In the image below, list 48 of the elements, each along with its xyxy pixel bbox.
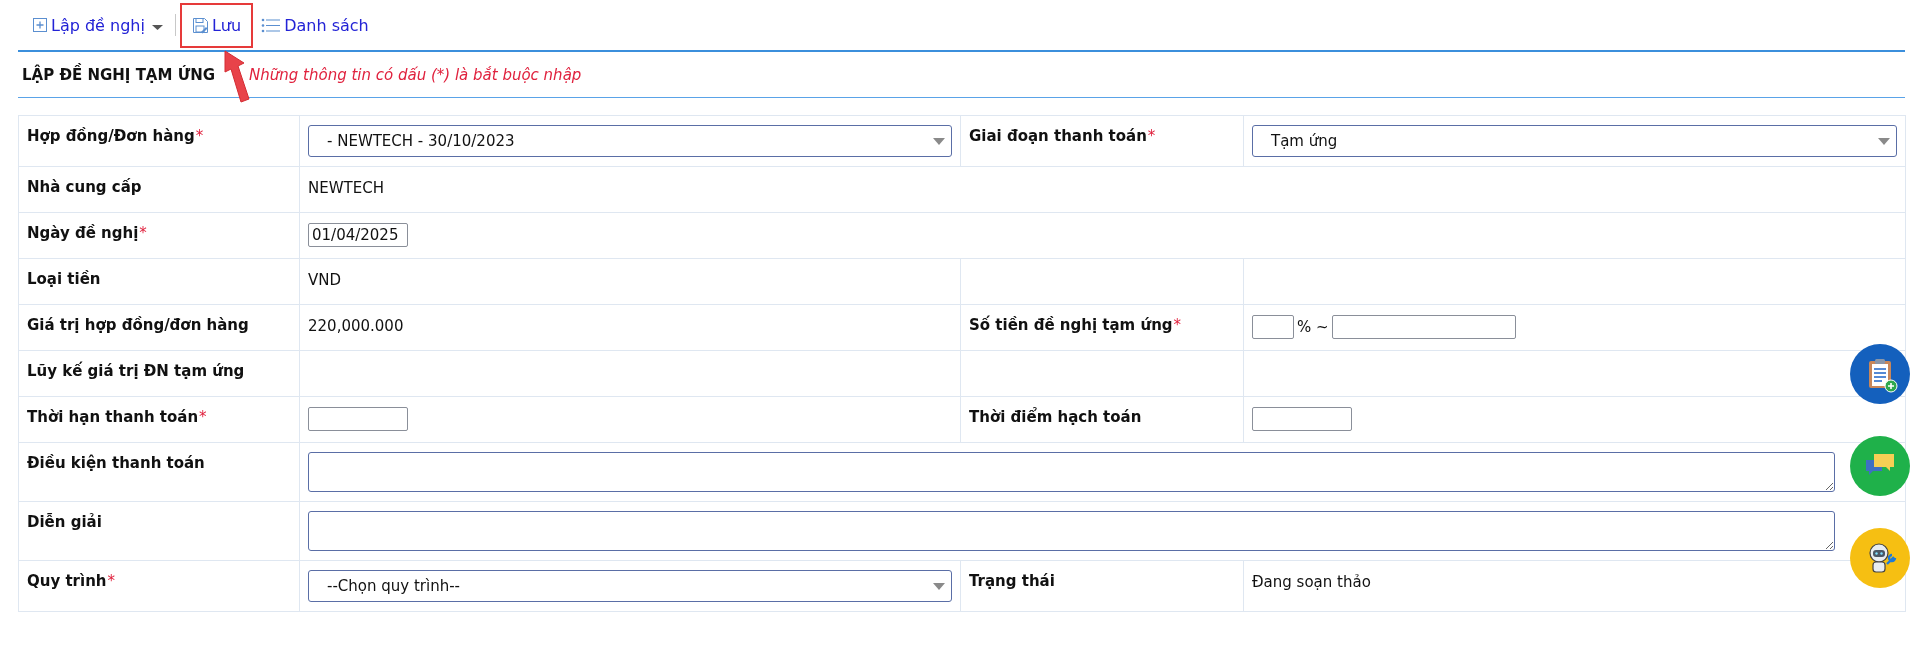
field-label: Lũy kế giá trị ĐN tạm ứng [27, 362, 245, 380]
field-label: Trạng thái [969, 572, 1055, 590]
field-label: Hợp đồng/Đơn hàng [27, 127, 195, 145]
caret-icon [933, 137, 945, 145]
field-label: Thời hạn thanh toán [27, 408, 199, 426]
field-label: Diễn giải [27, 513, 102, 531]
field-label: Điều kiện thanh toán [27, 454, 205, 472]
required-mark: * [199, 408, 207, 426]
required-mark: * [1173, 316, 1182, 334]
caret-icon [1878, 137, 1890, 145]
caret-icon [933, 582, 945, 590]
robot-button[interactable] [1850, 528, 1910, 588]
field-label: Loại tiền [27, 270, 101, 288]
required-mark: * [139, 224, 147, 242]
required-mark: * [195, 127, 204, 145]
field-value: NEWTECH [308, 178, 384, 199]
required-mark: * [107, 572, 115, 590]
field-label: Giai đoạn thanh toán [969, 127, 1147, 145]
percent-separator: % ~ [1297, 317, 1329, 336]
text-area[interactable] [308, 452, 1835, 492]
field-label: Giá trị hợp đồng/đơn hàng [27, 316, 249, 334]
dropdown[interactable]: - NEWTECH - 30/10/2023 [308, 125, 952, 157]
field-label: Thời điểm hạch toán [969, 408, 1142, 426]
input-field[interactable] [308, 406, 408, 431]
field-label: Nhà cung cấp [27, 178, 142, 196]
text-area[interactable] [308, 511, 1835, 551]
field-label: Số tiền đề nghị tạm ứng [969, 316, 1173, 334]
list-button[interactable]: Danh sách [253, 4, 377, 46]
field-value: VND [308, 270, 342, 291]
field-label: Quy trình [27, 572, 107, 590]
input-field[interactable] [1252, 406, 1352, 431]
amount-field[interactable] [1331, 314, 1516, 339]
date-field[interactable]: 01/04/2025 [308, 222, 408, 247]
dropdown[interactable]: Tạm ứng [1252, 125, 1897, 157]
field-value: 220,000.000 [308, 316, 404, 337]
percent-field[interactable] [1252, 314, 1294, 339]
create-request-button[interactable]: Lập đề nghị [24, 4, 171, 46]
plus-square-icon [32, 17, 48, 33]
section-title: LẬP ĐỀ NGHỊ TẠM ỨNG [22, 65, 216, 84]
required-note: Những thông tin có dấu (*) là bắt buộc nhập [249, 65, 582, 84]
field-label: Ngày đề nghị [27, 224, 139, 242]
list-icon [261, 16, 282, 34]
field-value: Đang soạn thảo [1252, 572, 1371, 593]
caret-icon [151, 24, 163, 30]
required-mark: * [1147, 127, 1156, 145]
clipboard-button[interactable] [1850, 344, 1910, 404]
chat-button[interactable] [1850, 436, 1910, 496]
dropdown[interactable]: --Chọn quy trình-- [308, 570, 952, 602]
